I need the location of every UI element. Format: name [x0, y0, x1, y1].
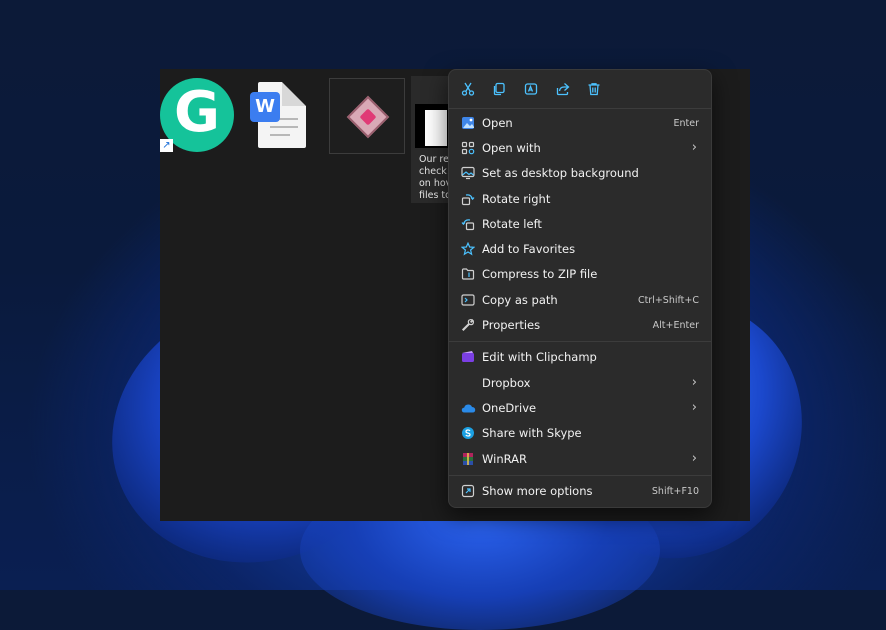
- menu-item-label: Show more options: [482, 484, 593, 498]
- star-icon: [460, 241, 476, 257]
- menu-item-shortcut: Shift+F10: [651, 486, 699, 497]
- document-thumbnail: [415, 104, 449, 148]
- share-button[interactable]: [554, 80, 572, 98]
- text-line: [270, 134, 290, 136]
- menu-item-label: Set as desktop background: [482, 166, 639, 180]
- caption-line: files to: [419, 190, 451, 201]
- clipchamp-icon: [460, 349, 476, 365]
- trash-icon: [588, 83, 600, 96]
- menu-item-winrar[interactable]: WinRAR ›: [449, 447, 711, 472]
- menu-item-share-with-skype[interactable]: Share with Skype: [449, 421, 711, 446]
- menu-item-label: Copy as path: [482, 293, 558, 307]
- skype-icon: [460, 425, 476, 441]
- copy-button[interactable]: [490, 80, 508, 98]
- menu-item-rotate-right[interactable]: Rotate right: [449, 187, 711, 212]
- copy-path-icon: [460, 292, 476, 308]
- menu-item-shortcut: Enter: [673, 118, 700, 129]
- image-open-icon: [460, 115, 476, 131]
- file-caption: Our rea check c on hov files to: [419, 154, 451, 202]
- gem-app-icon[interactable]: [329, 78, 405, 154]
- wrench-icon: [460, 317, 476, 333]
- word-badge: W: [250, 92, 280, 122]
- scissors-icon: [461, 82, 475, 96]
- gem-core: [359, 108, 377, 126]
- menu-item-label: Rotate right: [482, 192, 551, 206]
- menu-item-onedrive[interactable]: OneDrive ›: [449, 396, 711, 421]
- gem-icon: [346, 95, 390, 139]
- page-fold: [282, 82, 306, 106]
- menu-divider: [449, 341, 711, 342]
- menu-item-compress-zip[interactable]: Compress to ZIP file: [449, 262, 711, 287]
- context-menu-toolbar: [449, 70, 711, 108]
- grammarly-letter: G: [174, 80, 220, 145]
- rotate-right-icon: [460, 191, 476, 207]
- open-with-icon: [460, 140, 476, 156]
- share-icon: [556, 83, 570, 96]
- submenu-chevron-icon: ›: [691, 400, 697, 415]
- menu-item-show-more-options[interactable]: Show more options Shift+F10: [449, 479, 711, 504]
- copy-icon: [493, 82, 505, 96]
- text-document-tile[interactable]: Our rea check c on hov files to: [411, 76, 451, 203]
- menu-item-label: Dropbox: [482, 376, 531, 390]
- caption-line: check c: [419, 166, 451, 177]
- menu-item-properties[interactable]: Properties Alt+Enter: [449, 313, 711, 338]
- menu-item-label: Compress to ZIP file: [482, 267, 598, 281]
- menu-divider: [449, 108, 711, 109]
- caption-line: Our rea: [419, 154, 451, 165]
- more-options-icon: [460, 483, 476, 499]
- desktop-background-icon: [460, 165, 476, 181]
- menu-item-open[interactable]: Open Enter: [449, 111, 711, 136]
- menu-item-label: Open with: [482, 141, 541, 155]
- menu-item-label: Add to Favorites: [482, 242, 576, 256]
- menu-item-add-to-favorites[interactable]: Add to Favorites: [449, 237, 711, 262]
- thumbnail-page: [425, 110, 447, 146]
- menu-item-label: Rotate left: [482, 217, 542, 231]
- submenu-chevron-icon: ›: [691, 451, 697, 466]
- menu-item-label: Edit with Clipchamp: [482, 350, 597, 364]
- menu-item-shortcut: Alt+Enter: [652, 320, 699, 331]
- caption-line: on hov: [419, 178, 451, 189]
- text-line: [270, 126, 298, 128]
- menu-divider: [449, 475, 711, 476]
- menu-item-rotate-left[interactable]: Rotate left: [449, 212, 711, 237]
- shortcut-arrow-icon: ↗: [160, 139, 173, 152]
- onedrive-cloud-icon: [460, 400, 476, 416]
- cut-button[interactable]: [459, 80, 477, 98]
- zip-folder-icon: [460, 266, 476, 282]
- menu-item-label: Properties: [482, 318, 541, 332]
- rotate-left-icon: [460, 216, 476, 232]
- wps-document-icon[interactable]: W: [250, 82, 306, 148]
- menu-item-label: Open: [482, 116, 513, 130]
- menu-item-dropbox[interactable]: Dropbox ›: [449, 371, 711, 396]
- menu-item-shortcut: Ctrl+Shift+C: [637, 295, 699, 306]
- submenu-chevron-icon: ›: [691, 375, 697, 390]
- menu-item-edit-with-clipchamp[interactable]: Edit with Clipchamp: [449, 345, 711, 370]
- rename-icon: [524, 83, 538, 95]
- context-menu: Open Enter Open with › Set as desktop ba…: [448, 69, 712, 508]
- submenu-chevron-icon: ›: [691, 140, 697, 155]
- delete-button[interactable]: [585, 80, 603, 98]
- menu-item-copy-as-path[interactable]: Copy as path Ctrl+Shift+C: [449, 288, 711, 313]
- winrar-icon: [460, 451, 476, 467]
- menu-item-label: Share with Skype: [482, 426, 582, 440]
- menu-item-set-desktop-background[interactable]: Set as desktop background: [449, 161, 711, 186]
- rename-button[interactable]: [522, 80, 540, 98]
- menu-item-label: OneDrive: [482, 401, 537, 415]
- menu-item-label: WinRAR: [482, 452, 527, 466]
- menu-item-open-with[interactable]: Open with ›: [449, 136, 711, 161]
